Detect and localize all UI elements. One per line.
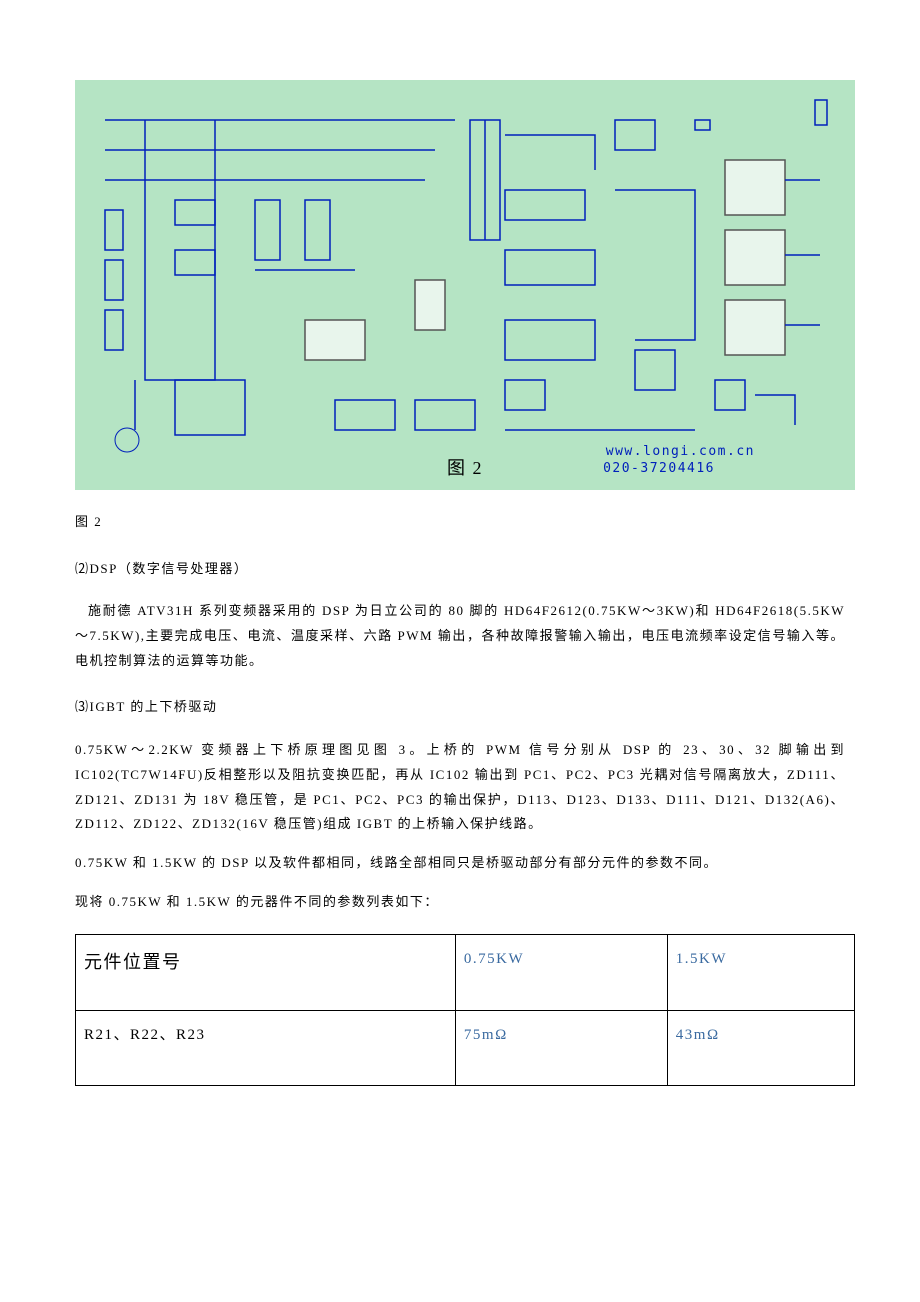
figure-phone: 020-37204416	[603, 457, 715, 482]
section-header-igbt: ⑶IGBT 的上下桥驱动	[75, 695, 845, 720]
para-dsp: 施耐德 ATV31H 系列变频器采用的 DSP 为日立公司的 80 脚的 HD6…	[75, 599, 845, 673]
table-header-row: 元件位置号 0.75KW 1.5KW	[76, 935, 855, 1011]
figure-caption: 图 2	[75, 510, 845, 535]
params-table: 元件位置号 0.75KW 1.5KW R21、R22、R23 75mΩ 43mΩ	[75, 934, 855, 1086]
para-igbt-1: 0.75KW～2.2KW 变频器上下桥原理图见图 3。上桥的 PWM 信号分别从…	[75, 738, 845, 837]
table-header-2: 1.5KW	[667, 935, 854, 1011]
para-igbt-2: 0.75KW 和 1.5KW 的 DSP 以及软件都相同，线路全部相同只是桥驱动…	[75, 851, 845, 876]
para-igbt-3: 现将 0.75KW 和 1.5KW 的元器件不同的参数列表如下：	[75, 890, 845, 915]
table-cell-075kw: 75mΩ	[455, 1010, 667, 1086]
table-row: R21、R22、R23 75mΩ 43mΩ	[76, 1010, 855, 1086]
section-header-dsp: ⑵DSP（数字信号处理器）	[75, 557, 845, 582]
table-header-1: 0.75KW	[455, 935, 667, 1011]
table-cell-pos: R21、R22、R23	[76, 1010, 456, 1086]
schematic-svg	[75, 80, 855, 490]
table-cell-15kw: 43mΩ	[667, 1010, 854, 1086]
figure-inline-caption: 图 2	[447, 451, 483, 485]
figure-2-circuit-diagram: www.longi.com.cn 020-37204416 图 2	[75, 80, 855, 490]
table-header-0: 元件位置号	[76, 935, 456, 1011]
